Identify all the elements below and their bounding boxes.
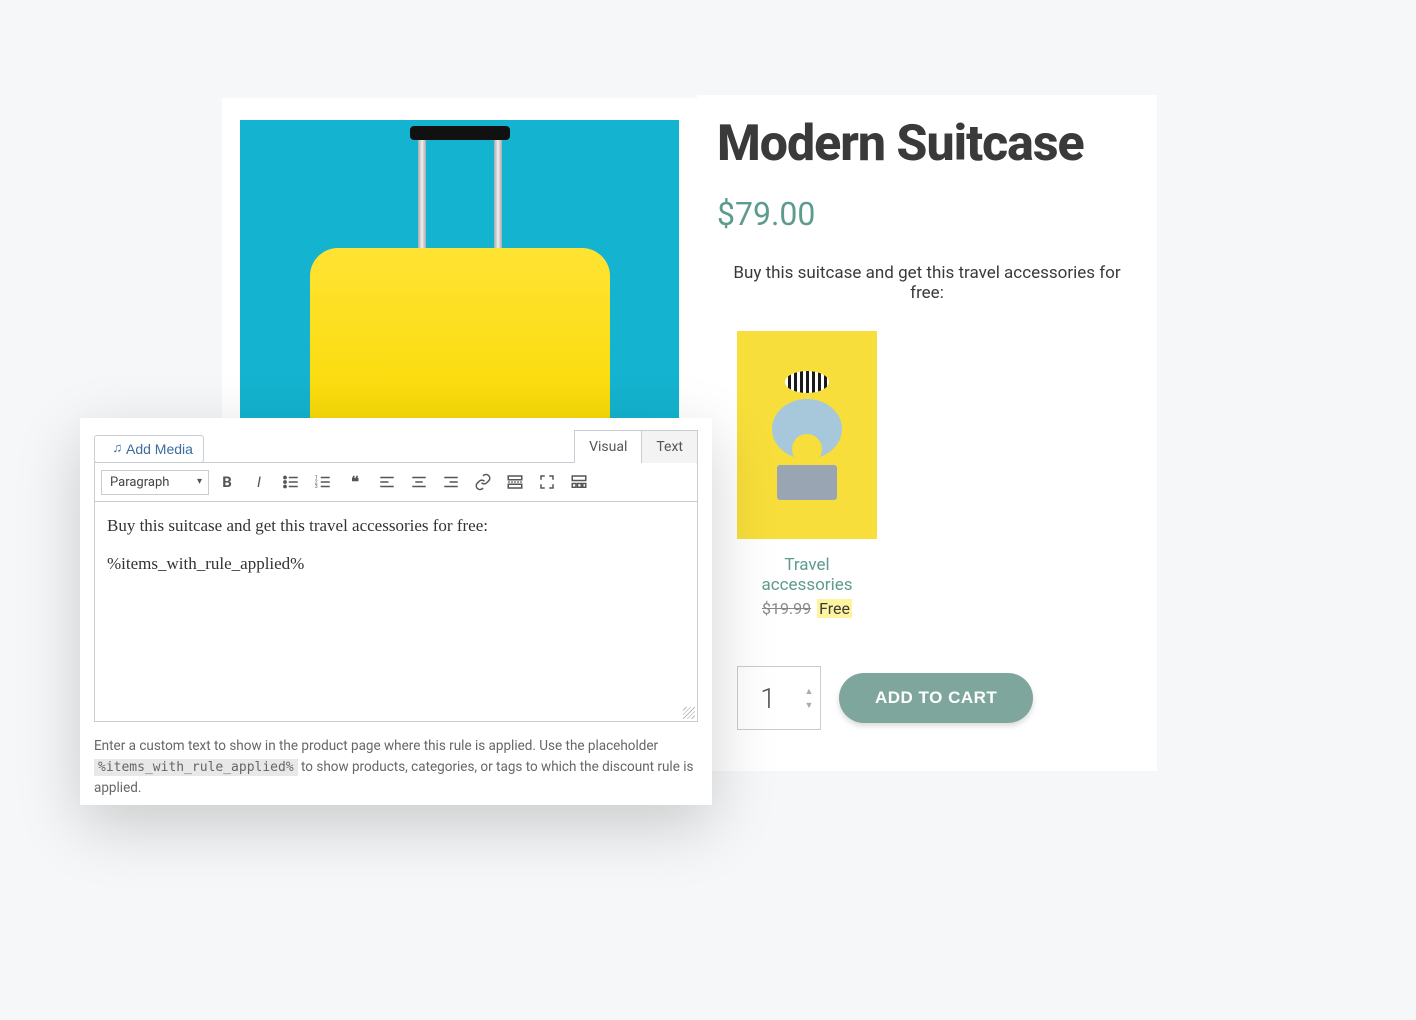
- quantity-value: 1: [738, 682, 798, 715]
- cart-row: 1 ▲ ▼ ADD TO CART: [737, 666, 1137, 730]
- suitcase-handle-graphic: [406, 126, 514, 236]
- product-title: Modern Suitcase: [717, 115, 1137, 173]
- editor-tabs: Visual Text: [574, 430, 698, 463]
- toolbar-toggle-button[interactable]: [565, 468, 593, 496]
- numbered-list-button[interactable]: 123: [309, 468, 337, 496]
- accessory-image: [737, 331, 877, 539]
- accessory-name[interactable]: Travel accessories: [737, 555, 877, 595]
- format-select[interactable]: Paragraph: [101, 470, 209, 495]
- helper-placeholder-code: %items_with_rule_applied%: [94, 759, 298, 776]
- quantity-up-icon[interactable]: ▲: [798, 684, 820, 698]
- sleep-mask-graphic: [785, 371, 829, 393]
- editor-content-line1: Buy this suitcase and get this travel ac…: [107, 516, 685, 536]
- align-right-button[interactable]: [437, 468, 465, 496]
- align-left-button[interactable]: [373, 468, 401, 496]
- helper-text: Enter a custom text to show in the produ…: [94, 736, 698, 799]
- editor-panel: Add Media Visual Text Paragraph B I 123 …: [80, 418, 712, 805]
- travel-pillow-graphic: [772, 399, 842, 459]
- bullet-list-button[interactable]: [277, 468, 305, 496]
- product-image: [240, 120, 679, 418]
- editor-content-line2: %items_with_rule_applied%: [107, 554, 685, 574]
- product-card: Modern Suitcase $79.00 Buy this suitcase…: [697, 95, 1157, 771]
- editor-textarea[interactable]: Buy this suitcase and get this travel ac…: [94, 502, 698, 722]
- add-media-label: Add Media: [126, 441, 193, 457]
- accessory-price-row: $19.99 Free: [737, 599, 877, 618]
- media-icon: [105, 442, 120, 457]
- product-image-panel: [222, 98, 697, 418]
- product-price: $79.00: [717, 195, 1137, 233]
- blockquote-button[interactable]: ❝: [341, 468, 369, 496]
- quantity-stepper[interactable]: 1 ▲ ▼: [737, 666, 821, 730]
- read-more-button[interactable]: [501, 468, 529, 496]
- wallet-graphic: [777, 465, 837, 500]
- fullscreen-button[interactable]: [533, 468, 561, 496]
- italic-button[interactable]: I: [245, 468, 273, 496]
- link-button[interactable]: [469, 468, 497, 496]
- accessory-old-price: $19.99: [762, 599, 811, 618]
- align-center-button[interactable]: [405, 468, 433, 496]
- quantity-down-icon[interactable]: ▼: [798, 698, 820, 712]
- tab-visual[interactable]: Visual: [574, 430, 641, 463]
- svg-text:3: 3: [315, 484, 318, 490]
- tab-text[interactable]: Text: [641, 430, 698, 463]
- accessory-free-label: Free: [817, 599, 852, 618]
- editor-toolbar: Paragraph B I 123 ❝: [94, 462, 698, 502]
- resize-handle[interactable]: [683, 707, 695, 719]
- bold-button[interactable]: B: [213, 468, 241, 496]
- suitcase-body-graphic: [310, 248, 610, 418]
- add-to-cart-button[interactable]: ADD TO CART: [839, 673, 1033, 723]
- editor-header: Add Media Visual Text: [94, 430, 698, 463]
- promo-text: Buy this suitcase and get this travel ac…: [717, 263, 1137, 303]
- add-media-button[interactable]: Add Media: [94, 435, 204, 463]
- helper-pre: Enter a custom text to show in the produ…: [94, 738, 658, 754]
